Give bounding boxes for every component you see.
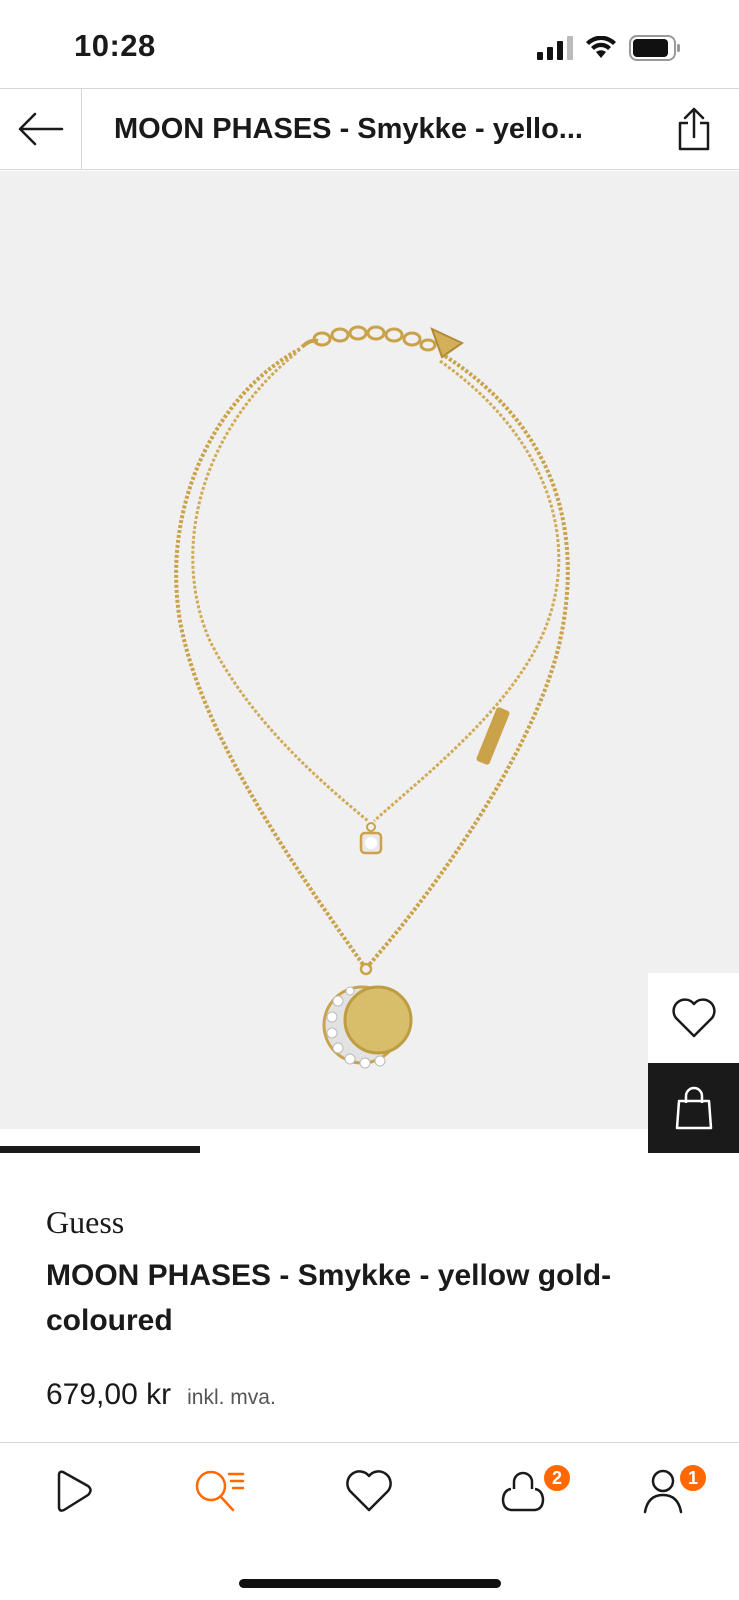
account-notification-badge: 1 — [678, 1463, 708, 1493]
bag-count-badge: 2 — [542, 1463, 572, 1493]
product-name: MOON PHASES - Smykke - yellow gold-colou… — [46, 1259, 612, 1337]
wifi-icon — [586, 36, 616, 58]
product-image[interactable] — [0, 171, 739, 1129]
status-time: 10:28 — [74, 28, 156, 63]
heart-icon — [671, 998, 716, 1038]
nav-home[interactable] — [38, 1461, 108, 1521]
product-price: 679,00 kr — [46, 1378, 172, 1411]
share-button[interactable] — [669, 103, 719, 155]
search-filter-icon — [195, 1470, 245, 1512]
back-arrow-icon — [18, 112, 63, 146]
back-button[interactable] — [0, 89, 82, 169]
status-bar: 10:28 — [0, 0, 739, 88]
vat-note: inkl. mva. — [187, 1386, 276, 1409]
image-carousel-indicator — [0, 1146, 604, 1153]
price-row: 679,00 kr inkl. mva. — [46, 1378, 276, 1412]
side-actions — [648, 973, 739, 1153]
bottom-navigation: 2 1 — [0, 1442, 739, 1600]
battery-icon — [629, 35, 680, 61]
shopping-bag-icon — [501, 1471, 545, 1512]
carousel-active-segment — [0, 1146, 200, 1153]
add-to-bag-button[interactable] — [648, 1063, 739, 1153]
add-to-wishlist-button[interactable] — [648, 973, 739, 1063]
shopping-bag-icon — [675, 1086, 712, 1130]
product-brand[interactable]: Guess — [46, 1204, 124, 1241]
necklace-image — [174, 325, 570, 1069]
nav-account[interactable]: 1 — [630, 1461, 708, 1521]
page-title: MOON PHASES - Smykke - yello... — [114, 113, 583, 145]
top-bar: MOON PHASES - Smykke - yello... — [0, 88, 739, 170]
signal-icon — [537, 36, 573, 60]
home-indicator[interactable] — [239, 1579, 501, 1588]
nav-search[interactable] — [184, 1461, 254, 1521]
nav-bag[interactable]: 2 — [488, 1461, 572, 1521]
heart-icon — [346, 1470, 392, 1512]
nav-wishlist[interactable] — [334, 1461, 404, 1521]
share-icon — [678, 107, 710, 151]
status-icons — [537, 34, 681, 62]
play-icon — [57, 1470, 92, 1512]
